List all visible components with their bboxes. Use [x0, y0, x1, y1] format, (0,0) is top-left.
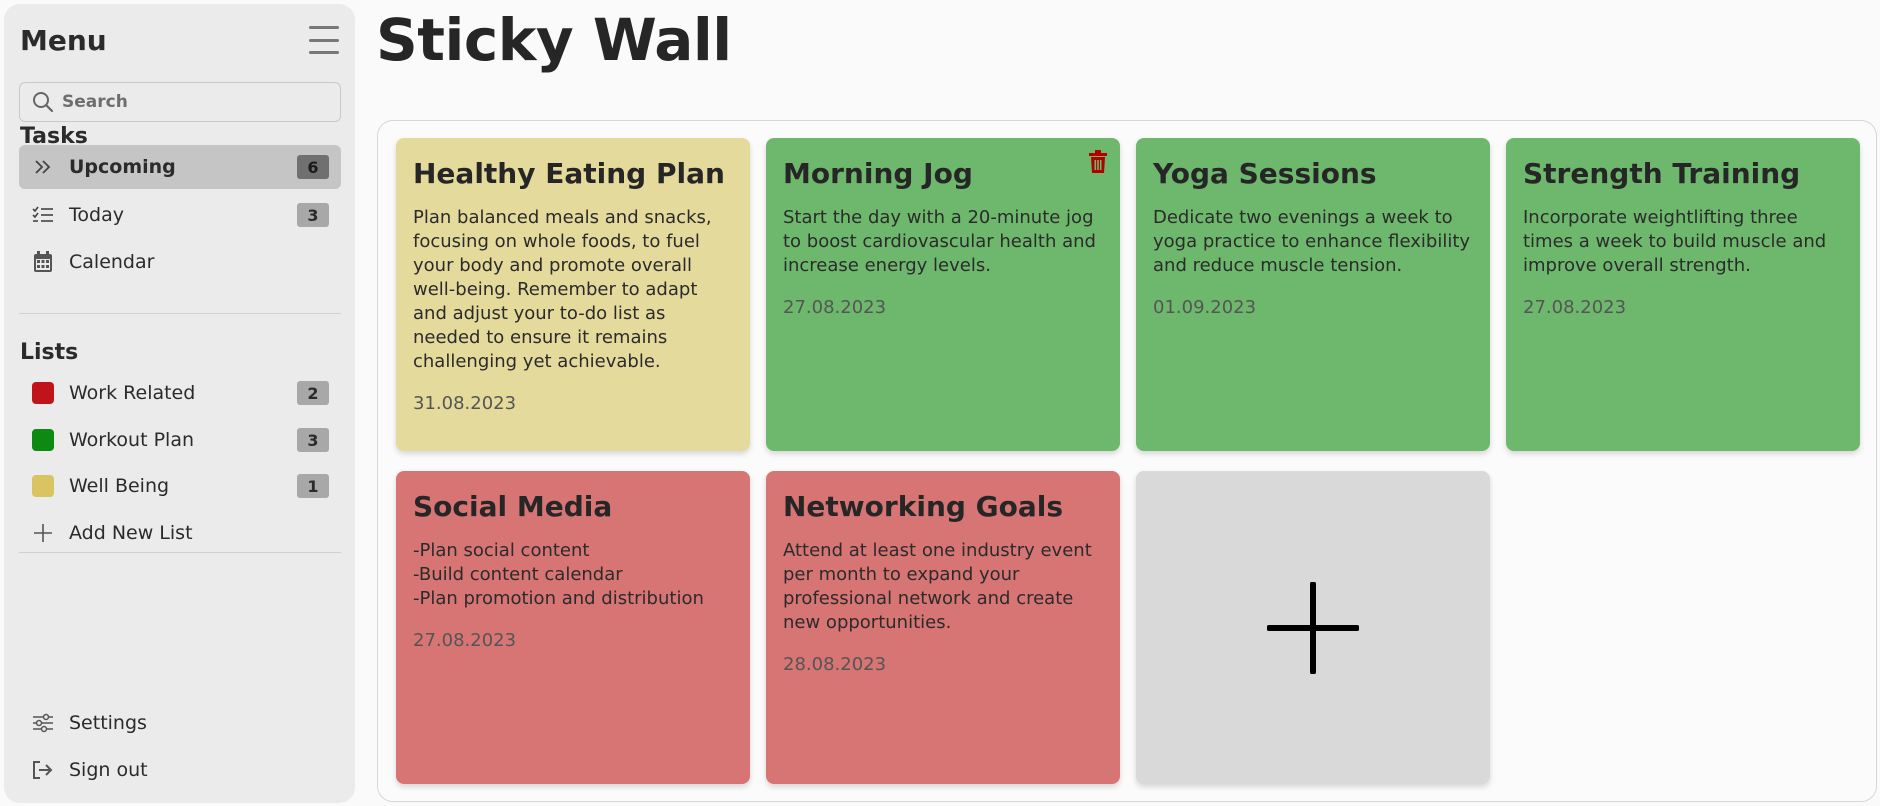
list-item-work-related[interactable]: Work Related 2 — [19, 371, 341, 415]
sticky-note[interactable]: Strength Training Incorporate weightlift… — [1506, 138, 1860, 451]
sticky-note[interactable]: Yoga Sessions Dedicate two evenings a we… — [1136, 138, 1490, 451]
count-badge: 1 — [297, 474, 329, 498]
sticky-note[interactable]: Networking Goals Attend at least one ind… — [766, 471, 1120, 784]
plus-icon — [29, 521, 57, 545]
list-item-label: Well Being — [69, 475, 170, 497]
menu-title: Menu — [20, 24, 107, 57]
list-item-workout-plan[interactable]: Workout Plan 3 — [19, 418, 341, 462]
hamburger-menu-icon[interactable] — [309, 26, 339, 54]
sticky-wall-board: Healthy Eating Plan Plan balanced meals … — [377, 120, 1877, 802]
settings-label: Settings — [69, 712, 147, 734]
note-date: 27.08.2023 — [413, 630, 517, 651]
lists-heading: Lists — [20, 340, 79, 365]
settings-button[interactable]: Settings — [19, 701, 341, 745]
divider — [19, 552, 341, 553]
note-title: Yoga Sessions — [1153, 157, 1377, 190]
count-badge: 6 — [297, 155, 329, 179]
note-body: -Plan social content -Build content cale… — [413, 540, 704, 609]
sidebar: Menu Tasks Upcoming 6 Today — [4, 4, 355, 803]
note-body: Plan balanced meals and snacks, focusing… — [413, 207, 712, 372]
sign-out-label: Sign out — [69, 759, 148, 781]
divider — [19, 313, 341, 314]
list-color-swatch — [29, 474, 57, 498]
sticky-note[interactable]: Healthy Eating Plan Plan balanced meals … — [396, 138, 750, 451]
plus-icon — [1267, 581, 1359, 674]
note-title: Morning Jog — [783, 157, 973, 190]
note-date: 27.08.2023 — [1523, 297, 1627, 318]
sign-out-icon — [29, 758, 57, 782]
note-body: Dedicate two evenings a week to yoga pra… — [1153, 207, 1471, 276]
list-color-swatch — [29, 428, 57, 452]
list-item-label: Work Related — [69, 382, 196, 404]
nav-item-calendar[interactable]: Calendar — [19, 240, 341, 284]
double-chevron-right-icon — [29, 155, 57, 179]
calendar-icon — [29, 250, 57, 274]
note-date: 27.08.2023 — [783, 297, 887, 318]
search-box[interactable] — [19, 82, 341, 122]
note-date: 01.09.2023 — [1153, 297, 1257, 318]
count-badge: 3 — [297, 203, 329, 227]
count-badge: 2 — [297, 381, 329, 405]
list-item-well-being[interactable]: Well Being 1 — [19, 464, 341, 508]
note-date: 31.08.2023 — [413, 393, 517, 414]
note-title: Social Media — [413, 490, 613, 523]
nav-item-label: Today — [69, 204, 124, 226]
search-icon — [33, 92, 54, 113]
checklist-icon — [29, 203, 57, 227]
note-body: Attend at least one industry event per m… — [783, 540, 1092, 633]
nav-item-label: Upcoming — [69, 156, 176, 178]
note-title: Healthy Eating Plan — [413, 157, 725, 190]
nav-item-label: Calendar — [69, 251, 155, 273]
sticky-note[interactable]: Social Media -Plan social content -Build… — [396, 471, 750, 784]
note-date: 28.08.2023 — [783, 654, 887, 675]
add-note-button[interactable] — [1136, 471, 1490, 784]
note-title: Strength Training — [1523, 157, 1801, 190]
add-list-label: Add New List — [69, 522, 193, 544]
count-badge: 3 — [297, 428, 329, 452]
nav-item-upcoming[interactable]: Upcoming 6 — [19, 145, 341, 189]
list-item-label: Workout Plan — [69, 429, 195, 451]
nav-item-today[interactable]: Today 3 — [19, 193, 341, 237]
list-color-swatch — [29, 381, 57, 405]
sticky-note[interactable]: Morning Jog Start the day with a 20-minu… — [766, 138, 1120, 451]
trash-icon[interactable] — [1088, 150, 1108, 178]
note-body: Incorporate weightlifting three times a … — [1523, 207, 1827, 276]
sign-out-button[interactable]: Sign out — [19, 748, 341, 792]
search-input[interactable] — [62, 92, 322, 112]
note-title: Networking Goals — [783, 490, 1064, 523]
page-title: Sticky Wall — [376, 6, 732, 74]
note-body: Start the day with a 20-minute jog to bo… — [783, 207, 1096, 276]
add-new-list-button[interactable]: Add New List — [19, 511, 341, 555]
sliders-icon — [29, 711, 57, 735]
